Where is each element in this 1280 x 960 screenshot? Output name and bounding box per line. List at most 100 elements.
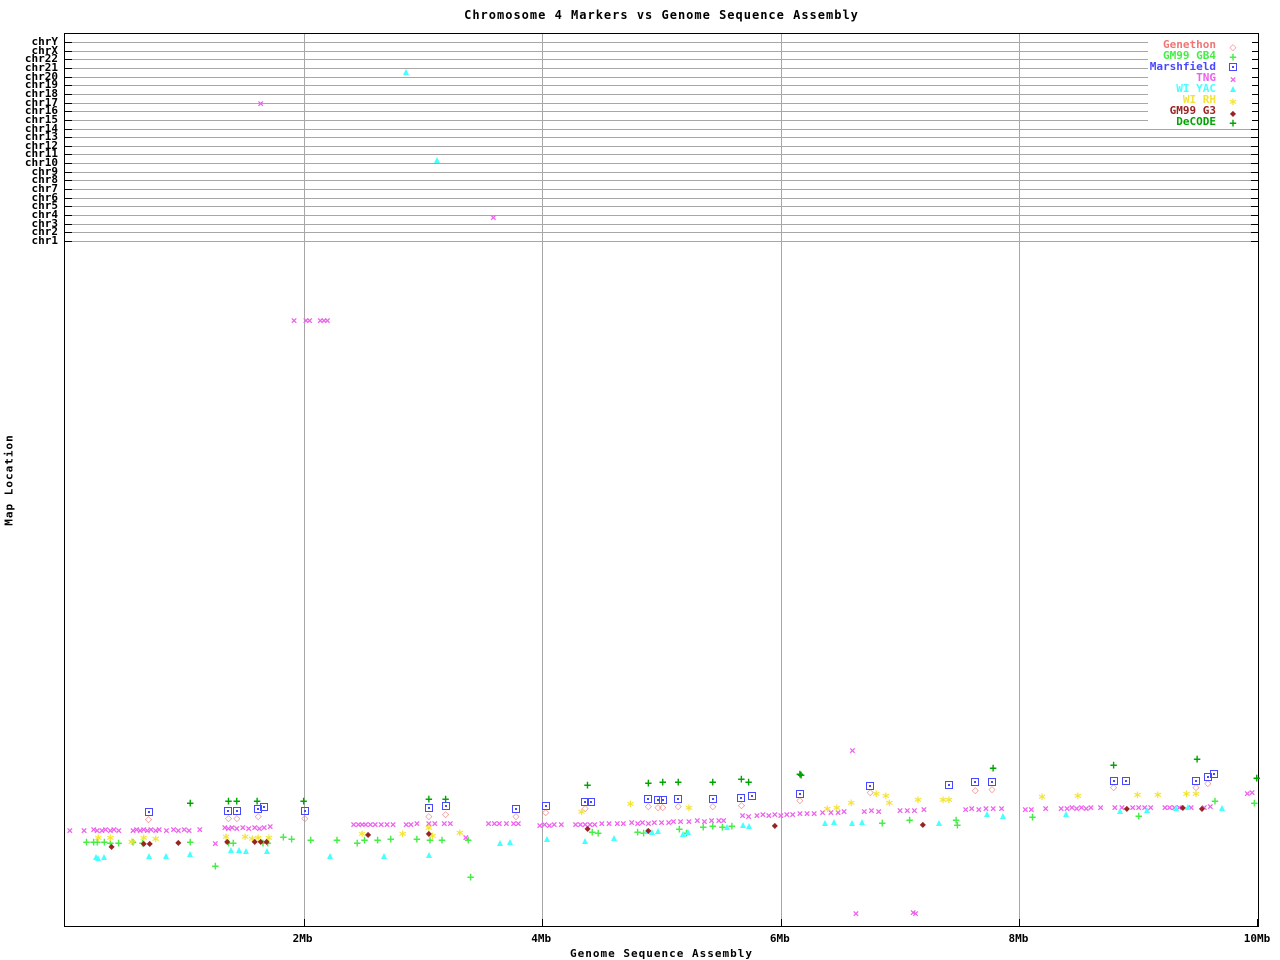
data-point-gm99-g3 [1180, 797, 1186, 813]
plus-icon [1229, 48, 1236, 64]
data-point-wi-yac [1172, 805, 1179, 812]
data-point-tng [897, 801, 904, 817]
x-tick-label: 6Mb [769, 932, 790, 945]
data-point-tng [599, 814, 606, 830]
chromosome-gridline [65, 102, 1258, 104]
data-point-decode [709, 773, 716, 789]
y-tick-left [65, 59, 72, 61]
y-tick-right [1251, 59, 1258, 61]
data-point-tng [163, 821, 170, 837]
data-point-tng [861, 802, 868, 818]
data-point-wi-yac [187, 850, 194, 857]
y-tick-right [1251, 180, 1258, 182]
data-point-tng [503, 814, 510, 830]
data-point-marshfield [1109, 776, 1118, 785]
y-tick-left [65, 206, 72, 208]
x-tick [1019, 919, 1021, 926]
chromosome-gridline [65, 111, 1258, 113]
data-point-gm99-gb4 [307, 831, 314, 847]
data-point-tng [591, 815, 598, 831]
y-tick-right [1251, 171, 1258, 173]
chromosome-gridline [65, 67, 1258, 69]
data-point-tng [976, 800, 983, 816]
x-tick [1257, 919, 1258, 926]
y-tick-right [1251, 85, 1258, 87]
data-point-wi-rh [1154, 789, 1162, 805]
data-point-wi-yac [984, 810, 991, 817]
data-point-tng [496, 814, 503, 830]
data-point-tng [853, 904, 860, 920]
data-point-wi-yac [506, 839, 513, 846]
data-point-wi-yac [326, 853, 333, 860]
data-point-wi-yac [1144, 807, 1151, 814]
y-tick-left [65, 232, 72, 234]
data-point-wi-rh [885, 797, 893, 813]
y-axis-label: Map Location [2, 434, 16, 526]
data-point-marshfield [587, 798, 596, 806]
legend-label: DeCODE [1176, 115, 1216, 128]
data-point-tng [804, 804, 811, 820]
data-point-marshfield [541, 801, 550, 810]
chromosome-gridline [65, 163, 1258, 165]
data-point-wi-rh [398, 828, 406, 844]
data-point-tng [658, 813, 665, 829]
data-point-tng [797, 804, 804, 820]
data-point-tng [558, 815, 565, 831]
data-point-tng [694, 811, 701, 827]
data-point-decode [659, 773, 666, 789]
y-tick-left [65, 93, 72, 95]
chromosome-gridline [65, 128, 1258, 130]
data-point-tng [701, 812, 708, 828]
data-point-wi-rh [1074, 790, 1082, 806]
triangle-icon [1230, 86, 1236, 92]
y-tick-right [1251, 111, 1258, 113]
chromosome-gridline [65, 206, 1258, 208]
y-tick-right [1251, 197, 1258, 199]
y-tick-right [1251, 137, 1258, 139]
data-point-tng [186, 821, 193, 837]
y-tick-left [65, 76, 72, 78]
data-point-wi-rh [456, 828, 464, 844]
data-point-gm99-gb4 [387, 830, 394, 846]
data-point-wi-yac [101, 854, 108, 861]
data-point-tng [1088, 798, 1095, 814]
data-point-decode [442, 790, 449, 806]
chromosome-gridline [65, 189, 1258, 191]
y-tick-left [65, 180, 72, 182]
data-point-decode [745, 773, 752, 789]
data-point-tng [515, 814, 522, 830]
data-point-wi-yac [936, 819, 943, 826]
x-tick-label: 8Mb [1008, 932, 1029, 945]
chromosome-gridline [65, 85, 1258, 87]
y-tick-right [1251, 145, 1258, 147]
chromosome-gridline [65, 180, 1258, 182]
data-point-wi-yac [497, 840, 504, 847]
chromosome-gridline [65, 76, 1258, 78]
data-point-wi-rh [1038, 791, 1046, 807]
data-point-wi-rh [823, 804, 831, 820]
data-point-wi-yac [745, 823, 752, 830]
y-tick-left [65, 154, 72, 156]
data-point-tng [81, 821, 88, 837]
y-tick-left [65, 119, 72, 121]
data-point-gm99-gb4 [467, 868, 474, 884]
y-tick-left [65, 128, 72, 130]
data-point-tng [811, 804, 818, 820]
y-tick-right [1251, 215, 1258, 217]
data-point-tng [1207, 797, 1214, 813]
y-tick-right [1251, 42, 1258, 43]
data-point-wi-yac [163, 852, 170, 859]
data-point-tng [390, 815, 397, 831]
data-point-gm99-gb4 [288, 830, 295, 846]
data-point-marshfield [674, 795, 683, 804]
data-point-decode [1194, 750, 1201, 766]
x-tick-label: 10Mb [1243, 932, 1271, 945]
y-tick-left [65, 189, 72, 191]
y-tick-right [1251, 240, 1258, 242]
data-point-tng [708, 811, 715, 827]
y-tick-left [65, 215, 72, 217]
chromosome-gridline [65, 154, 1258, 156]
data-point-marshfield [708, 795, 717, 804]
y-tick-left [65, 67, 72, 69]
y-tick-right [1251, 206, 1258, 208]
